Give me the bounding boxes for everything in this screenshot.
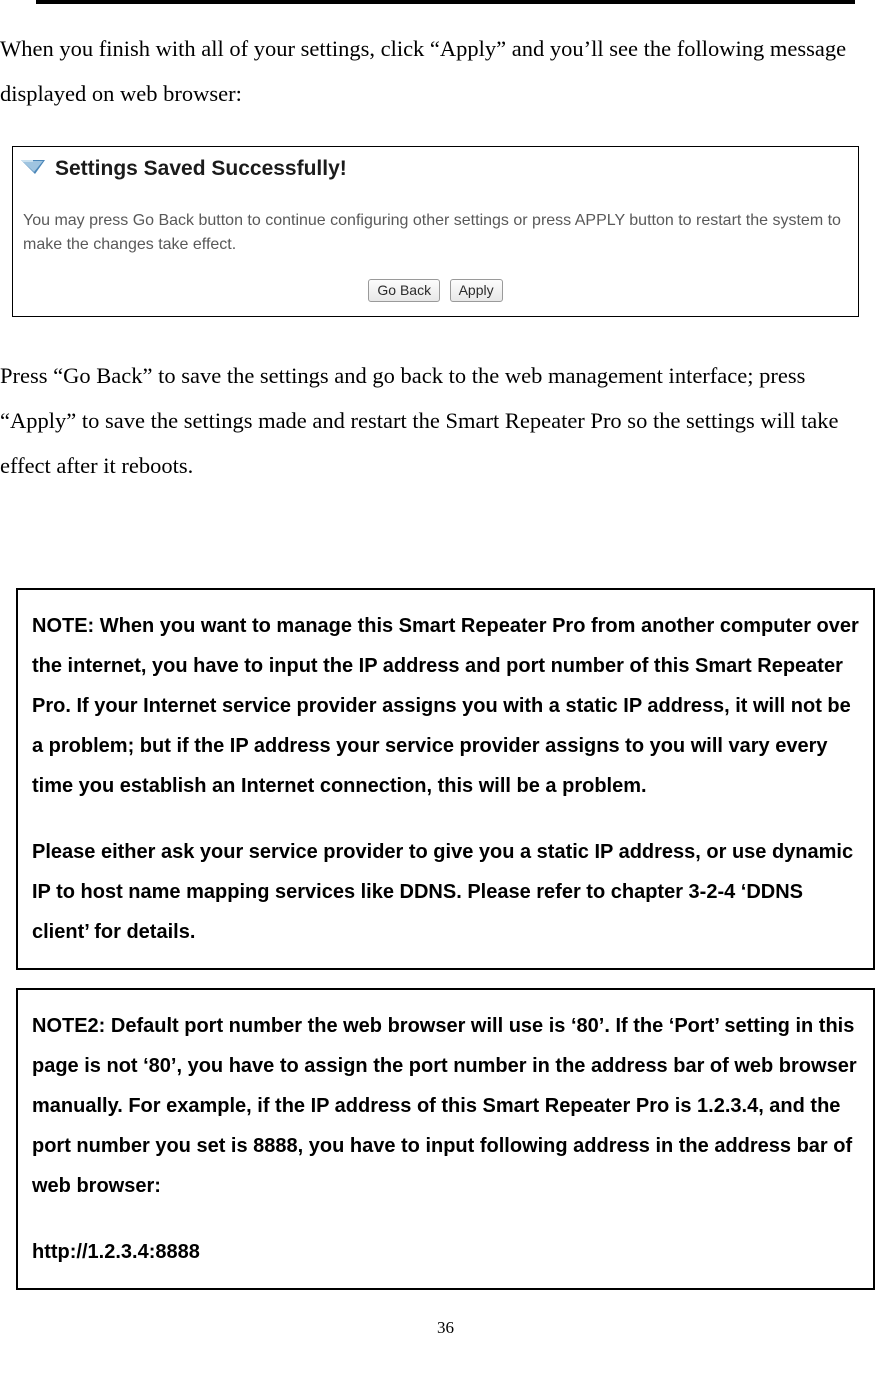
arrow-icon <box>21 160 47 178</box>
note1-paragraph-2: Please either ask your service provider … <box>32 832 859 952</box>
note-box-1: NOTE: When you want to manage this Smart… <box>16 588 875 970</box>
note2-paragraph-1: NOTE2: Default port number the web brows… <box>32 1006 859 1206</box>
settings-saved-screenshot: Settings Saved Successfully! You may pre… <box>12 146 859 317</box>
note2-example-url: http://1.2.3.4:8888 <box>32 1232 859 1272</box>
note1-paragraph-1: NOTE: When you want to manage this Smart… <box>32 606 859 806</box>
settings-saved-subtext: You may press Go Back button to continue… <box>17 191 854 269</box>
top-horizontal-rule <box>36 0 855 4</box>
intro-paragraph: When you finish with all of your setting… <box>0 26 887 116</box>
outro-paragraph: Press “Go Back” to save the settings and… <box>0 353 887 488</box>
settings-saved-button-row: Go Back Apply <box>17 269 854 306</box>
go-back-button[interactable]: Go Back <box>368 279 440 302</box>
settings-saved-title: Settings Saved Successfully! <box>55 157 347 181</box>
note-box-2: NOTE2: Default port number the web brows… <box>16 988 875 1290</box>
settings-saved-header: Settings Saved Successfully! <box>17 151 854 191</box>
apply-button[interactable]: Apply <box>450 279 503 302</box>
page-number: 36 <box>0 1318 891 1338</box>
